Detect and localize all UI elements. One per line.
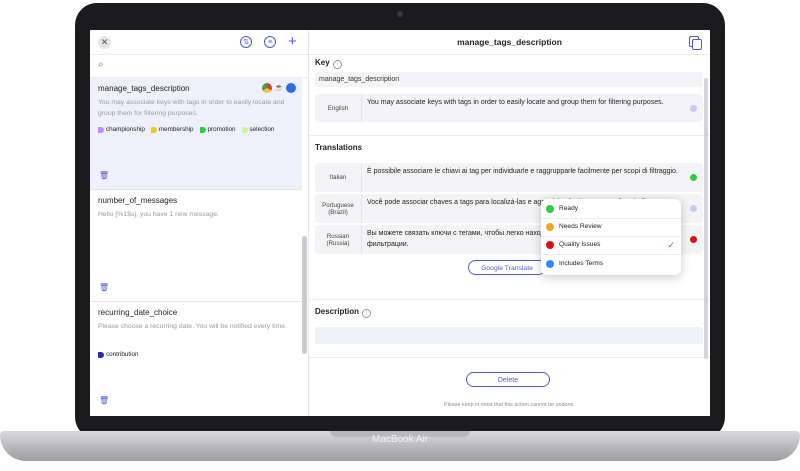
java-icon: ☕ <box>274 83 284 93</box>
menu-item-label: Needs Review <box>559 223 602 230</box>
sort-icon[interactable]: ⇅ <box>240 36 252 48</box>
status-dot-icon <box>546 260 554 268</box>
tag-icon <box>150 126 157 133</box>
list-item[interactable]: recurring_date_choice Please choose a re… <box>90 302 302 416</box>
tag[interactable]: selection <box>241 126 275 133</box>
status-dot[interactable] <box>690 105 697 112</box>
checkmark-icon: ✓ <box>667 240 675 250</box>
menu-item-quality-issues[interactable]: Quality Issues ✓ <box>541 236 681 254</box>
sidebar-scrollbar[interactable] <box>302 236 307 354</box>
description-field[interactable] <box>315 327 703 344</box>
trash-icon[interactable]: 🗑 <box>99 396 109 405</box>
tag-label: membership <box>158 126 194 133</box>
list-item[interactable]: manage_tags_description ☕ You may associ… <box>90 78 302 190</box>
delete-button[interactable]: Delete <box>466 372 550 387</box>
menu-item-label: Ready <box>559 205 579 212</box>
apple-icon <box>286 83 296 93</box>
entry-title: recurring_date_choice <box>98 308 178 317</box>
menu-item-label: Includes Terms <box>559 260 604 267</box>
key-field[interactable]: manage_tags_description <box>315 72 703 87</box>
description-label: Description <box>315 307 360 316</box>
menu-item-needs-review[interactable]: Needs Review <box>541 218 681 236</box>
close-icon[interactable]: ✕ <box>98 36 111 49</box>
device-brand-label: MacBook Air <box>371 434 429 445</box>
google-translate-button[interactable]: Google Translate <box>468 260 546 275</box>
divider <box>309 135 710 136</box>
menu-item-includes-terms[interactable]: Includes Terms <box>541 255 681 273</box>
status-dot-icon <box>546 205 554 213</box>
key-label: Key <box>315 58 330 67</box>
tag-icon <box>98 126 104 133</box>
page-title: manage_tags_description <box>457 37 562 47</box>
source-text[interactable]: You may associate keys with tags in orde… <box>367 97 679 108</box>
sidebar-toolbar: ✕ ⇅ ≡ + <box>90 30 308 55</box>
tag-list: contribution <box>98 351 139 358</box>
translations-label: Translations <box>315 143 363 152</box>
tag-icon <box>241 126 248 133</box>
tag-icon <box>199 126 206 133</box>
info-icon[interactable]: i <box>332 60 342 69</box>
tag[interactable]: championship <box>98 126 145 133</box>
tag-label: championship <box>106 126 145 133</box>
tag[interactable]: contribution <box>98 351 139 358</box>
status-dot-icon <box>546 223 554 231</box>
copy-icon-front[interactable] <box>692 39 702 50</box>
translation-row[interactable]: Italian È possibile associare le chiavi … <box>315 163 703 192</box>
trash-icon[interactable]: 🗑 <box>99 171 109 180</box>
translation-text[interactable]: È possibile associare le chiavi ai tag p… <box>367 166 679 177</box>
divider <box>309 299 710 300</box>
divider <box>309 357 710 358</box>
chrome-icon <box>262 83 272 93</box>
detail-scrollbar[interactable] <box>704 78 708 359</box>
tag-label: contribution <box>106 351 139 358</box>
status-dot[interactable] <box>690 236 697 243</box>
source-row[interactable]: English You may associate keys with tags… <box>315 94 703 122</box>
status-dot[interactable] <box>690 205 697 212</box>
camera-icon <box>397 11 403 17</box>
menu-item-ready[interactable]: Ready <box>541 200 681 218</box>
trash-icon[interactable]: 🗑 <box>99 283 109 292</box>
tag-label: promotion <box>207 126 236 133</box>
status-dot[interactable] <box>690 174 697 181</box>
language-label: Italian <box>315 163 362 192</box>
entry-description: Hello [%1$s], you have 1 new message. <box>98 211 219 218</box>
tag[interactable]: promotion <box>199 126 236 133</box>
entry-description: You may associate keys with tags in orde… <box>98 99 285 117</box>
search-icon: ⌕ <box>98 59 104 70</box>
tag-icon <box>98 351 104 358</box>
info-icon[interactable]: i <box>362 309 372 318</box>
tag-label: selection <box>249 126 275 133</box>
tag[interactable]: membership <box>150 126 194 133</box>
keys-sidebar: ✕ ⇅ ≡ + ⌕ manage_tags_description ☕ You … <box>90 30 309 416</box>
tag-list: championship membership promotion select… <box>98 126 274 133</box>
language-label: Portuguese (Brazil) <box>315 194 362 223</box>
entry-title: number_of_messages <box>98 196 178 205</box>
search-input[interactable]: ⌕ <box>90 55 308 78</box>
language-label: Russian (Russia) <box>315 225 362 254</box>
language-label: English <box>315 94 362 122</box>
delete-warning: Please keep in mind that this action can… <box>444 402 575 408</box>
entry-description: Please choose a recurring date. You will… <box>98 323 287 330</box>
list-item[interactable]: number_of_messages Hello [%1$s], you hav… <box>90 190 302 302</box>
detail-toolbar: manage_tags_description <box>309 30 710 55</box>
filter-icon[interactable]: ≡ <box>264 36 276 48</box>
key-section-label: Key i <box>315 58 342 69</box>
menu-item-label: Quality Issues <box>559 241 601 248</box>
add-key-button[interactable]: + <box>288 34 297 49</box>
status-menu: Ready Needs Review Quality Issues ✓ Incl… <box>541 199 681 275</box>
description-section-label: Description i <box>315 307 372 318</box>
platform-icons: ☕ <box>262 83 296 93</box>
status-dot-icon <box>546 241 554 249</box>
entry-title: manage_tags_description <box>98 84 190 93</box>
